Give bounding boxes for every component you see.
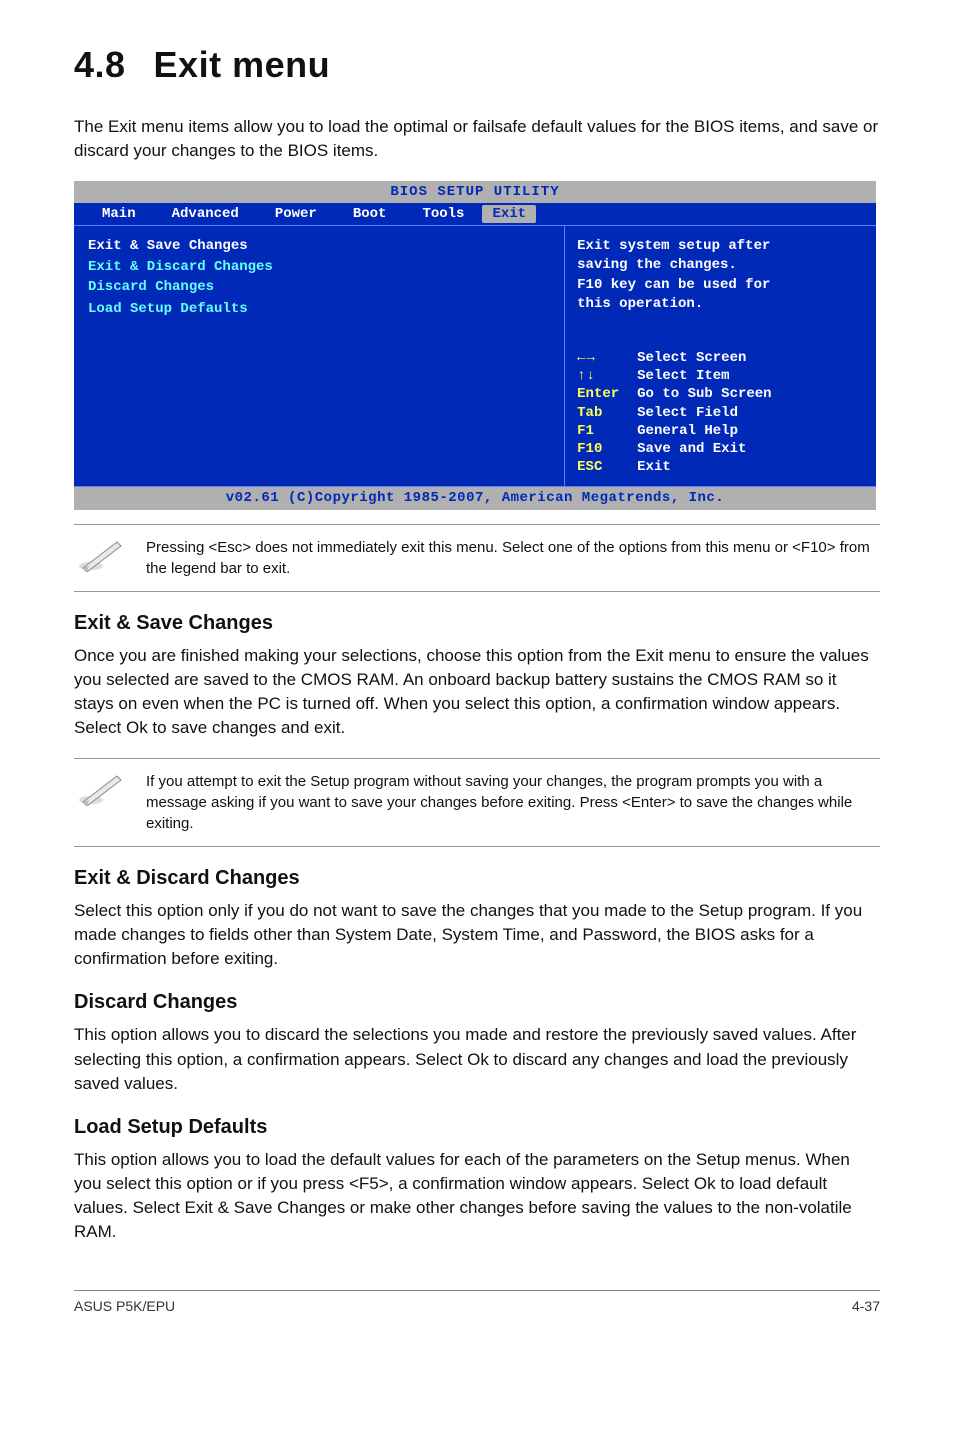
bios-tab-tools[interactable]: Tools xyxy=(404,205,482,223)
bios-key-label: Go to Sub Screen xyxy=(637,385,771,403)
bios-nav-keys: ←→Select Screen ↑↓Select Item EnterGo to… xyxy=(577,349,866,476)
bios-help-line: F10 key can be used for xyxy=(577,276,866,295)
bios-tab-power[interactable]: Power xyxy=(257,205,335,223)
page-heading: 4.8 Exit menu xyxy=(74,42,880,89)
section-body-discard: This option allows you to discard the se… xyxy=(74,1023,880,1095)
section-title-discard: Discard Changes xyxy=(74,989,880,1015)
heading-number: 4.8 xyxy=(74,42,126,89)
bios-item-exit-save[interactable]: Exit & Save Changes xyxy=(88,236,550,256)
bios-key-label: General Help xyxy=(637,422,738,440)
bios-key-label: Select Item xyxy=(637,367,729,385)
section-title-defaults: Load Setup Defaults xyxy=(74,1114,880,1140)
bios-key: Enter xyxy=(577,385,637,403)
bios-right-panel: Exit system setup after saving the chang… xyxy=(565,226,876,486)
bios-screenshot: BIOS SETUP UTILITY Main Advanced Power B… xyxy=(74,181,876,510)
bios-help-line: this operation. xyxy=(577,295,866,314)
section-body-defaults: This option allows you to load the defau… xyxy=(74,1148,880,1245)
section-body-discardexit: Select this option only if you do not wa… xyxy=(74,899,880,971)
pencil-icon xyxy=(74,535,128,575)
bios-key-label: Save and Exit xyxy=(637,440,746,458)
bios-key: ↑↓ xyxy=(577,367,637,385)
bios-tab-advanced[interactable]: Advanced xyxy=(154,205,257,223)
bios-key-label: Select Field xyxy=(637,404,738,422)
note-text: Pressing <Esc> does not immediately exit… xyxy=(146,535,880,579)
bios-help-text: Exit system setup after saving the chang… xyxy=(577,236,866,314)
heading-title: Exit menu xyxy=(154,42,331,89)
bios-help-line: saving the changes. xyxy=(577,256,866,275)
section-title-discardexit: Exit & Discard Changes xyxy=(74,865,880,891)
bios-tab-bar: Main Advanced Power Boot Tools Exit xyxy=(74,203,876,225)
bios-item-load-defaults[interactable]: Load Setup Defaults xyxy=(88,299,550,319)
bios-body: Exit & Save Changes Exit & Discard Chang… xyxy=(74,225,876,487)
section-title-save: Exit & Save Changes xyxy=(74,610,880,636)
bios-key: F10 xyxy=(577,440,637,458)
bios-key: ESC xyxy=(577,458,637,476)
footer-pagenum: 4-37 xyxy=(852,1297,880,1315)
pencil-icon xyxy=(74,769,128,809)
page-footer: ASUS P5K/EPU 4-37 xyxy=(74,1290,880,1315)
bios-footer: v02.61 (C)Copyright 1985-2007, American … xyxy=(74,487,876,509)
bios-item-discard[interactable]: Discard Changes xyxy=(88,277,550,297)
bios-key-label: Select Screen xyxy=(637,349,746,367)
bios-tab-main[interactable]: Main xyxy=(84,205,154,223)
bios-tab-boot[interactable]: Boot xyxy=(335,205,405,223)
bios-help-line: Exit system setup after xyxy=(577,236,866,255)
bios-key-label: Exit xyxy=(637,458,671,476)
intro-para: The Exit menu items allow you to load th… xyxy=(74,115,880,163)
bios-key: Tab xyxy=(577,404,637,422)
footer-model: ASUS P5K/EPU xyxy=(74,1297,175,1315)
bios-key: ←→ xyxy=(577,349,637,367)
bios-menu: Exit & Save Changes Exit & Discard Chang… xyxy=(74,226,565,486)
note-exit-without-save: If you attempt to exit the Setup program… xyxy=(74,758,880,847)
note-text: If you attempt to exit the Setup program… xyxy=(146,769,880,834)
section-body-save: Once you are finished making your select… xyxy=(74,644,880,741)
note-esc: Pressing <Esc> does not immediately exit… xyxy=(74,524,880,592)
bios-tab-exit[interactable]: Exit xyxy=(482,205,536,223)
bios-item-exit-discard[interactable]: Exit & Discard Changes xyxy=(88,257,550,277)
bios-title-bar: BIOS SETUP UTILITY xyxy=(74,181,876,203)
bios-key: F1 xyxy=(577,422,637,440)
